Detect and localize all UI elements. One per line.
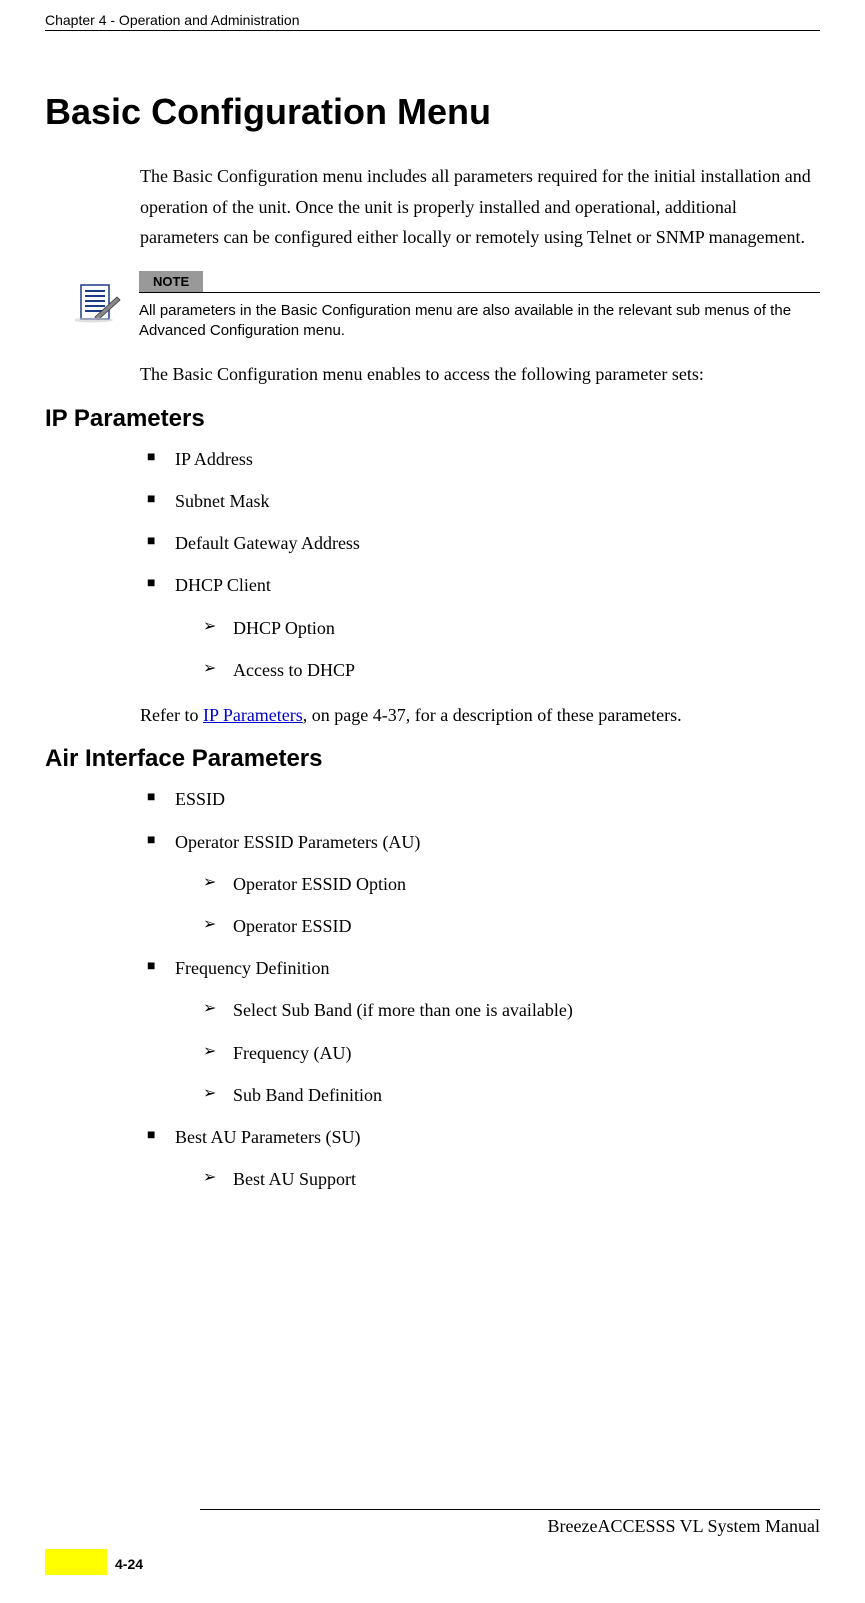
page-footer: BreezeACCESSS VL System Manual 4-24 xyxy=(0,1509,865,1575)
footer-accent-block xyxy=(45,1549,107,1575)
list-item: Operator ESSID xyxy=(203,914,820,939)
page-number: 4-24 xyxy=(115,1552,143,1572)
manual-name: BreezeACCESSS VL System Manual xyxy=(45,1516,820,1537)
sub-list: Best AU Support xyxy=(203,1167,820,1192)
list-item-label: Default Gateway Address xyxy=(175,533,360,553)
after-note-paragraph: The Basic Configuration menu enables to … xyxy=(140,359,820,391)
note-icon xyxy=(75,283,121,328)
list-item: Default Gateway Address xyxy=(147,531,820,556)
list-item-label: Frequency Definition xyxy=(175,958,329,978)
list-item-label: Sub Band Definition xyxy=(233,1085,382,1105)
list-item: Sub Band Definition xyxy=(203,1083,820,1108)
list-item: IP Address xyxy=(147,447,820,472)
list-item-label: ESSID xyxy=(175,789,225,809)
list-item: Best AU Parameters (SU) Best AU Support xyxy=(147,1125,820,1192)
list-item-label: Best AU Parameters (SU) xyxy=(175,1127,360,1147)
list-item: Operator ESSID Parameters (AU) Operator … xyxy=(147,830,820,940)
list-item: DHCP Client DHCP Option Access to DHCP xyxy=(147,573,820,683)
list-item: Best AU Support xyxy=(203,1167,820,1192)
list-item-label: IP Address xyxy=(175,449,253,469)
list-item-label: Best AU Support xyxy=(233,1169,356,1189)
list-item: ESSID xyxy=(147,787,820,812)
refer-paragraph: Refer to IP Parameters, on page 4-37, fo… xyxy=(140,700,820,732)
list-item: Operator ESSID Option xyxy=(203,872,820,897)
list-item: Frequency (AU) xyxy=(203,1041,820,1066)
intro-paragraph: The Basic Configuration menu includes al… xyxy=(140,161,820,253)
footer-divider xyxy=(200,1509,820,1510)
list-item-label: DHCP Option xyxy=(233,618,335,638)
list-item-label: DHCP Client xyxy=(175,575,271,595)
note-text: All parameters in the Basic Configuratio… xyxy=(139,301,820,342)
list-item: Frequency Definition Select Sub Band (if… xyxy=(147,956,820,1108)
air-list: ESSID Operator ESSID Parameters (AU) Ope… xyxy=(147,787,820,1192)
list-item-label: Operator ESSID Parameters (AU) xyxy=(175,832,420,852)
refer-prefix: Refer to xyxy=(140,705,203,725)
list-item-label: Frequency (AU) xyxy=(233,1043,351,1063)
chapter-title: Chapter 4 - Operation and Administration xyxy=(45,12,299,28)
page-title: Basic Configuration Menu xyxy=(45,91,820,133)
list-item-label: Subnet Mask xyxy=(175,491,270,511)
list-item: Select Sub Band (if more than one is ava… xyxy=(203,998,820,1023)
refer-link[interactable]: IP Parameters xyxy=(203,705,303,725)
list-item-label: Select Sub Band (if more than one is ava… xyxy=(233,1000,573,1020)
note-block: NOTE All parameters in the Basic Configu… xyxy=(75,271,820,342)
list-item: DHCP Option xyxy=(203,616,820,641)
list-item: Subnet Mask xyxy=(147,489,820,514)
sub-list: Select Sub Band (if more than one is ava… xyxy=(203,998,820,1108)
section-heading-air: Air Interface Parameters xyxy=(45,745,820,773)
sub-list: DHCP Option Access to DHCP xyxy=(203,616,820,683)
list-item-label: Operator ESSID Option xyxy=(233,874,406,894)
list-item: Access to DHCP xyxy=(203,658,820,683)
sub-list: Operator ESSID Option Operator ESSID xyxy=(203,872,820,939)
list-item-label: Operator ESSID xyxy=(233,916,351,936)
page-header: Chapter 4 - Operation and Administration xyxy=(45,12,820,31)
section-heading-ip: IP Parameters xyxy=(45,405,820,433)
note-label: NOTE xyxy=(139,271,203,292)
list-item-label: Access to DHCP xyxy=(233,660,355,680)
refer-suffix: , on page 4-37, for a description of the… xyxy=(303,705,682,725)
ip-list: IP Address Subnet Mask Default Gateway A… xyxy=(147,447,820,683)
